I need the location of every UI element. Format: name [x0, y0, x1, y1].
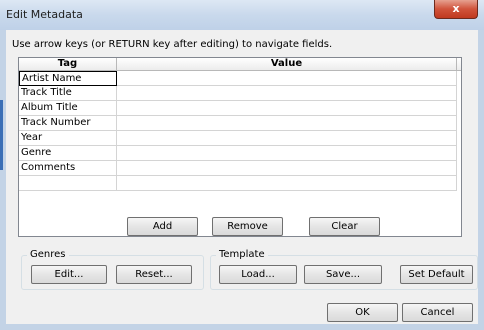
tag-cell[interactable]: Genre — [19, 146, 117, 161]
table-row[interactable]: Year — [19, 131, 461, 146]
column-header-value[interactable]: Value — [117, 58, 457, 71]
save-template-button[interactable]: Save... — [304, 265, 382, 284]
load-template-button[interactable]: Load... — [219, 265, 297, 284]
tag-cell[interactable]: Year — [19, 131, 117, 146]
edit-metadata-window: Edit Metadata x Use arrow keys (or RETUR… — [0, 0, 484, 330]
close-icon: x — [452, 2, 460, 15]
table-row[interactable]: Album Title — [19, 101, 461, 116]
set-default-button[interactable]: Set Default — [400, 265, 473, 284]
table-row[interactable]: Track Number — [19, 116, 461, 131]
metadata-grid[interactable]: Tag Value Artist Name Track Title Album … — [18, 57, 462, 237]
tag-cell[interactable]: Comments — [19, 161, 117, 176]
remove-button[interactable]: Remove — [212, 217, 283, 236]
add-button[interactable]: Add — [127, 217, 198, 236]
value-cell[interactable] — [117, 161, 457, 176]
edit-genres-button[interactable]: Edit... — [31, 265, 107, 284]
table-row[interactable]: Comments — [19, 161, 461, 176]
tag-cell[interactable]: Track Title — [19, 86, 117, 101]
table-row[interactable] — [19, 176, 461, 191]
table-row[interactable]: Genre — [19, 146, 461, 161]
value-cell[interactable] — [117, 176, 457, 191]
value-cell[interactable] — [117, 101, 457, 116]
title-bar[interactable]: Edit Metadata x — [0, 0, 484, 30]
tag-cell[interactable]: Track Number — [19, 116, 117, 131]
close-button[interactable]: x — [434, 0, 478, 19]
value-cell[interactable] — [117, 71, 457, 86]
instruction-text: Use arrow keys (or RETURN key after edit… — [12, 39, 333, 50]
value-cell[interactable] — [117, 116, 457, 131]
tag-cell[interactable]: Artist Name — [19, 71, 117, 86]
ok-button[interactable]: OK — [327, 303, 398, 322]
grid-header: Tag Value — [19, 58, 461, 71]
value-cell[interactable] — [117, 86, 457, 101]
tag-cell[interactable]: Album Title — [19, 101, 117, 116]
template-group-label: Template — [216, 249, 268, 260]
clear-button[interactable]: Clear — [309, 217, 380, 236]
column-header-tag[interactable]: Tag — [19, 58, 117, 71]
cancel-button[interactable]: Cancel — [402, 303, 473, 322]
reset-genres-button[interactable]: Reset... — [116, 265, 192, 284]
window-title: Edit Metadata — [6, 8, 83, 21]
table-row[interactable]: Track Title — [19, 86, 461, 101]
window-edge-accent — [0, 100, 3, 170]
column-header-filler — [457, 58, 461, 71]
genres-group-label: Genres — [27, 249, 69, 260]
table-row[interactable]: Artist Name — [19, 71, 461, 86]
dialog-client-area: Use arrow keys (or RETURN key after edit… — [6, 30, 478, 324]
value-cell[interactable] — [117, 131, 457, 146]
value-cell[interactable] — [117, 146, 457, 161]
tag-cell[interactable] — [19, 176, 117, 191]
